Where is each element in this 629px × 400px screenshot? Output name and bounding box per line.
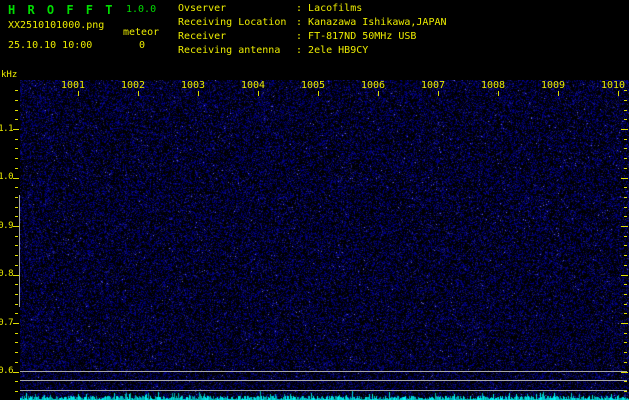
y-major-tick: [13, 129, 19, 130]
station-info: Ovserver: Lacofilms Receiving Location: K…: [178, 2, 447, 58]
y-axis-label: 0.6: [0, 366, 14, 376]
info-value: Lacofilms: [308, 3, 363, 14]
threshold-line-bottom: [20, 390, 627, 391]
threshold-line-middle: [20, 380, 627, 381]
y-minor-tick: [15, 148, 18, 149]
info-label: Receiver: [178, 31, 227, 42]
y-minor-tick: [15, 265, 18, 266]
info-separator: :: [296, 31, 309, 42]
y-axis-unit-label: kHz: [1, 70, 18, 80]
freq-range-marker: [19, 195, 20, 307]
y-minor-tick: [15, 100, 18, 101]
info-value: FT-817ND 50MHz USB: [308, 31, 417, 42]
y-minor-tick: [15, 255, 18, 256]
y-minor-tick: [15, 381, 18, 382]
info-row: Receiver: FT-817ND 50MHz USB: [178, 30, 447, 44]
echo-count: 0: [139, 40, 146, 51]
y-minor-tick: [15, 245, 18, 246]
info-separator: :: [296, 3, 309, 14]
mode-label: meteor: [123, 27, 160, 38]
info-row: Receiving antenna: 2ele HB9CY: [178, 44, 447, 58]
y-minor-tick: [15, 168, 18, 169]
y-axis-label: 0.9: [0, 220, 14, 231]
y-minor-tick: [15, 342, 18, 343]
y-minor-tick: [15, 158, 18, 159]
y-minor-tick: [15, 284, 18, 285]
y-minor-tick: [15, 236, 18, 237]
y-minor-tick: [15, 197, 18, 198]
y-minor-tick: [15, 110, 18, 111]
y-axis-label: 1.0: [0, 172, 14, 182]
info-label: Receiving Location: [178, 17, 287, 28]
info-row: Receiving Location: Kanazawa Ishikawa,JA…: [178, 16, 447, 30]
datetime-label: 25.10.10 10:00: [8, 40, 93, 51]
output-filename: XX2510101000.png: [8, 20, 105, 31]
app-window: H R O F F T 1.0.0 XX2510101000.png meteo…: [0, 0, 629, 400]
y-axis-label: 0.7: [0, 317, 14, 328]
info-value: 2ele HB9CY: [308, 45, 369, 56]
y-minor-tick: [15, 313, 18, 314]
info-value: Kanazawa Ishikawa,JAPAN: [308, 17, 447, 28]
y-minor-tick: [15, 352, 18, 353]
y-minor-tick: [15, 216, 18, 217]
info-label: Ovserver: [178, 3, 227, 14]
y-minor-tick: [15, 187, 18, 188]
y-axis-label: 0.8: [0, 269, 14, 279]
y-minor-tick: [15, 207, 18, 208]
app-title: H R O F F T: [8, 3, 115, 17]
y-minor-tick: [15, 90, 18, 91]
app-version: 1.0.0: [126, 4, 157, 15]
info-row: Ovserver: Lacofilms: [178, 2, 447, 16]
y-minor-tick: [15, 139, 18, 140]
info-label: Receiving antenna: [178, 45, 281, 56]
y-axis-label: 1.1: [0, 123, 14, 134]
y-minor-tick: [15, 333, 18, 334]
y-major-tick: [13, 178, 19, 179]
y-major-tick: [13, 372, 19, 373]
y-minor-tick: [15, 391, 18, 392]
y-minor-tick: [15, 362, 18, 363]
y-major-tick: [13, 323, 19, 324]
y-minor-tick: [15, 304, 18, 305]
spectrogram-canvas: [20, 80, 629, 400]
y-minor-tick: [15, 119, 18, 120]
y-minor-tick: [15, 294, 18, 295]
threshold-line-top: [20, 371, 627, 372]
info-separator: :: [296, 17, 309, 28]
info-separator: :: [296, 45, 309, 56]
